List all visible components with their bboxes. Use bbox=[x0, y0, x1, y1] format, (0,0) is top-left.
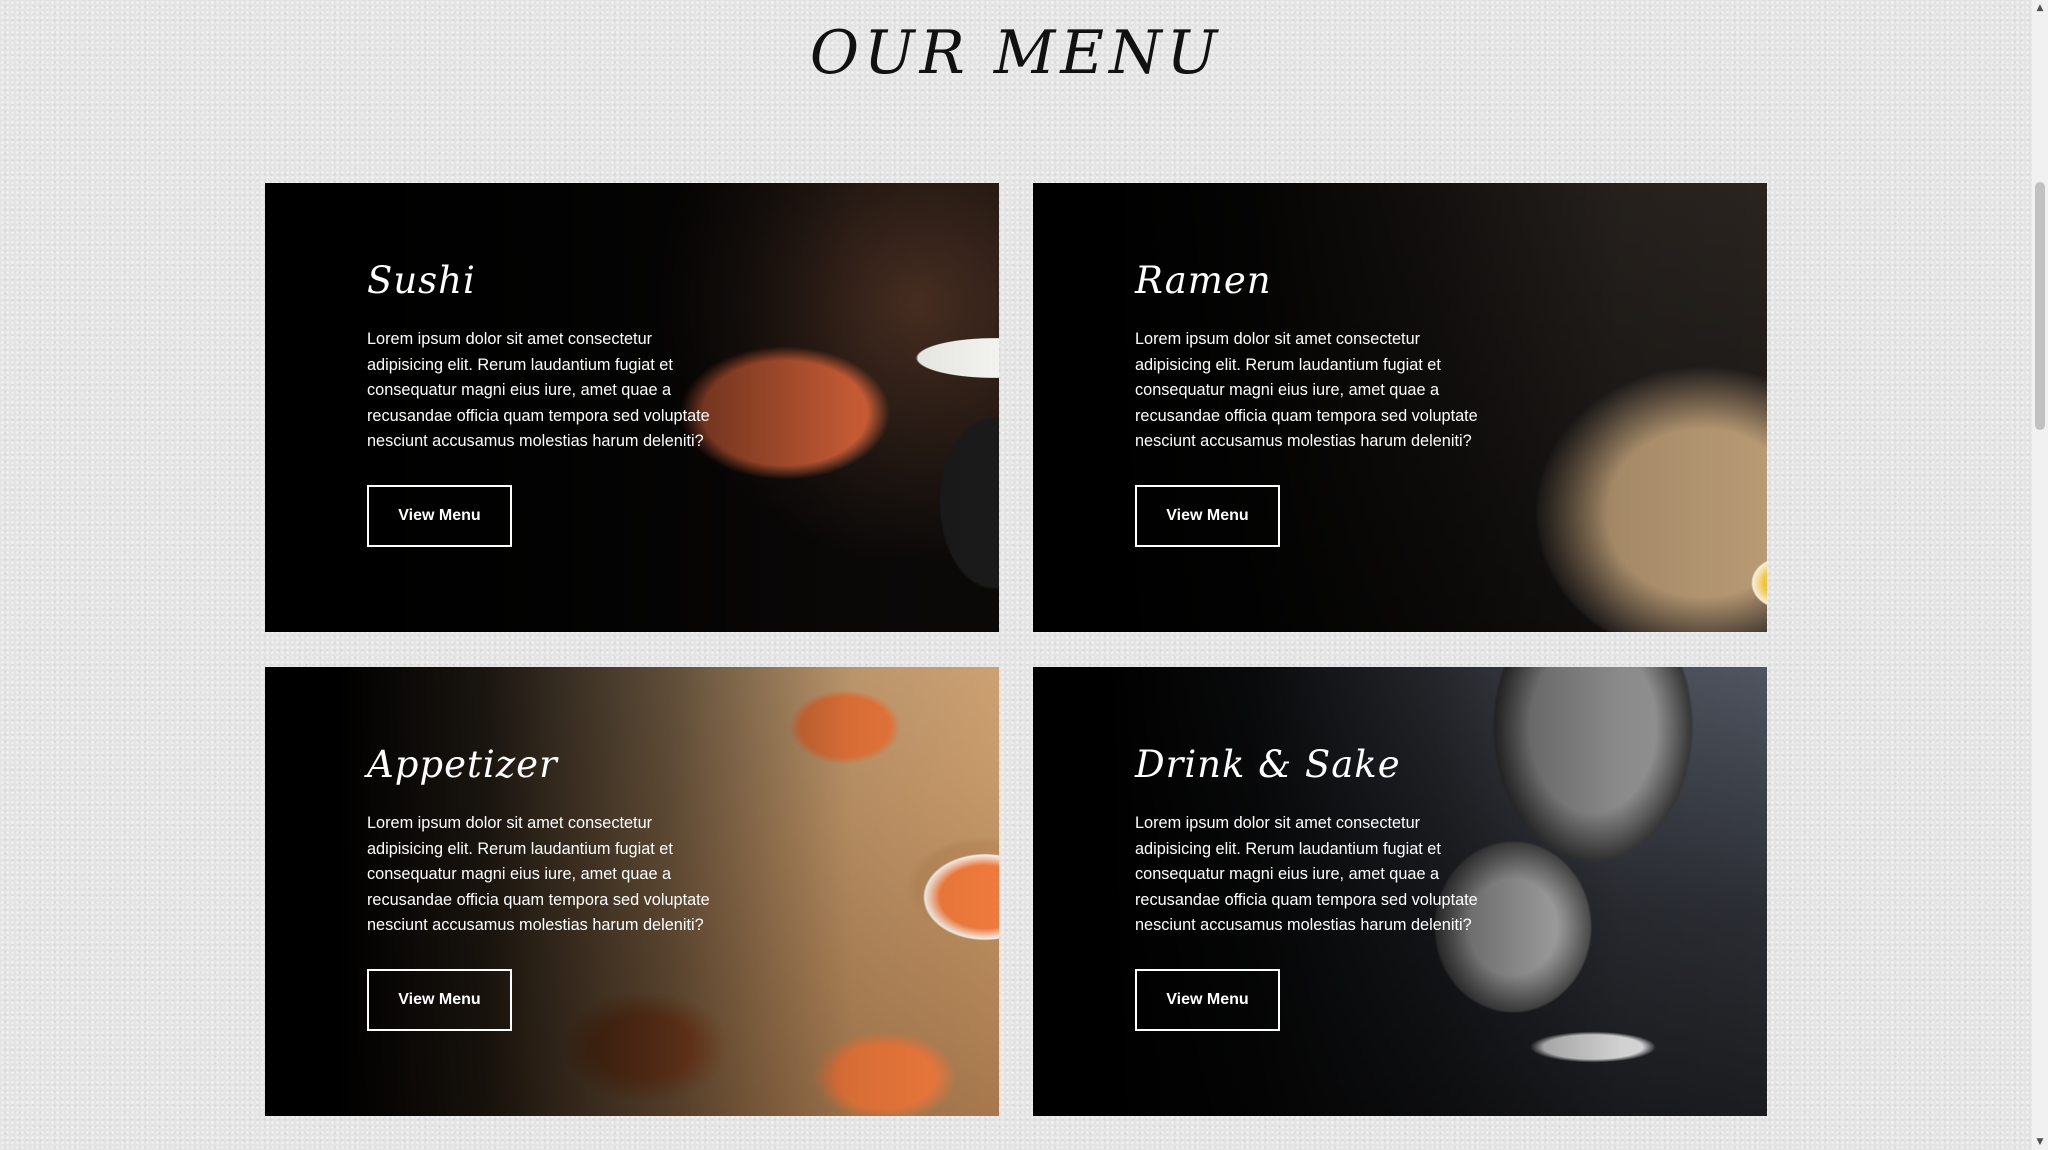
menu-card-drink-sake: Drink & Sake Lorem ipsum dolor sit amet … bbox=[1033, 667, 1767, 1116]
menu-card-title: Ramen bbox=[1135, 259, 1272, 302]
view-menu-button-ramen[interactable]: View Menu bbox=[1135, 484, 1280, 547]
view-menu-button-drink-sake[interactable]: View Menu bbox=[1135, 968, 1280, 1031]
view-menu-button-sushi[interactable]: View Menu bbox=[367, 484, 512, 547]
arrow-up-icon[interactable]: ▲ bbox=[2032, 0, 2048, 16]
menu-card-sushi: Sushi Lorem ipsum dolor sit amet consect… bbox=[265, 183, 999, 632]
menu-card-description: Lorem ipsum dolor sit amet consectetur a… bbox=[367, 330, 710, 451]
menu-card-ramen: Ramen Lorem ipsum dolor sit amet consect… bbox=[1033, 183, 1767, 632]
menu-card-appetizer: Appetizer Lorem ipsum dolor sit amet con… bbox=[265, 667, 999, 1116]
menu-card-description: Lorem ipsum dolor sit amet consectetur a… bbox=[1135, 814, 1478, 935]
menu-card-description: Lorem ipsum dolor sit amet consectetur a… bbox=[367, 814, 710, 935]
menu-card-title: Drink & Sake bbox=[1135, 743, 1401, 786]
menu-card-title: Sushi bbox=[367, 259, 476, 302]
vertical-scrollbar[interactable]: ▲ ▼ bbox=[2032, 0, 2048, 1150]
view-menu-button-appetizer[interactable]: View Menu bbox=[367, 968, 512, 1031]
menu-card-description: Lorem ipsum dolor sit amet consectetur a… bbox=[1135, 330, 1478, 451]
page-title: OUR MENU bbox=[809, 18, 1223, 88]
arrow-down-icon[interactable]: ▼ bbox=[2032, 1134, 2048, 1150]
menu-card-title: Appetizer bbox=[367, 743, 558, 786]
scrollbar-thumb[interactable] bbox=[2035, 182, 2045, 430]
